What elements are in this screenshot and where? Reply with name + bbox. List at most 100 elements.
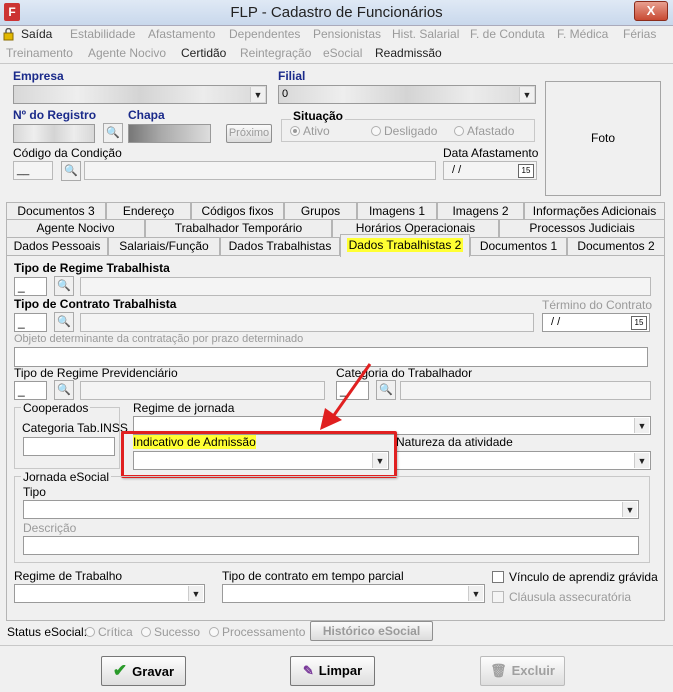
chevron-down-icon: ▼	[634, 418, 649, 433]
tipo-contrato-label: Tipo de Contrato Trabalhista	[14, 297, 177, 311]
regime-jornada-label: Regime de jornada	[133, 401, 235, 415]
excluir-button[interactable]: 🗑 Excluir	[480, 656, 565, 686]
tipo-regime-prev-input[interactable]: _	[14, 381, 47, 400]
tab-endereco[interactable]: Endereço	[106, 202, 191, 220]
status-processamento[interactable]: Processamento	[209, 625, 305, 639]
jornada-esocial-label: Jornada eSocial	[21, 470, 112, 484]
vinculo-aprendiz-checkbox[interactable]	[492, 571, 504, 583]
limpar-label: Limpar	[318, 663, 363, 678]
gravar-label: Gravar	[132, 664, 175, 679]
tab-documentos-3[interactable]: Documentos 3	[6, 202, 106, 220]
menu-certidao[interactable]: Certidão	[181, 46, 226, 60]
registro-input[interactable]	[13, 124, 95, 143]
calendar-icon[interactable]: 15	[518, 164, 534, 178]
tab-dados-pessoais[interactable]: Dados Pessoais	[6, 237, 108, 255]
categoria-tab-inss-input[interactable]	[23, 437, 115, 456]
photo-box[interactable]: Foto	[545, 81, 661, 196]
search-binoculars-icon[interactable]: 🔍	[54, 276, 74, 296]
status-critica[interactable]: Crítica	[85, 625, 133, 639]
menu-readmissao[interactable]: Readmissão	[375, 46, 442, 60]
radio-desligado[interactable]	[371, 126, 381, 136]
tab-salariais-funcao[interactable]: Salariais/Função	[108, 237, 220, 255]
checkmark-icon: ✔	[112, 661, 128, 680]
radio-afastado[interactable]	[454, 126, 464, 136]
situacao-ativo[interactable]: Ativo	[290, 124, 330, 138]
menu-esocial[interactable]: eSocial	[323, 46, 362, 60]
empresa-label: Empresa	[13, 69, 64, 83]
empresa-select[interactable]: ▼	[13, 85, 267, 104]
tab-documentos-2[interactable]: Documentos 2	[567, 237, 665, 255]
tipo-contrato-parcial-select[interactable]: ▼	[222, 584, 485, 603]
tab-grupos[interactable]: Grupos	[284, 202, 357, 220]
chapa-input[interactable]	[128, 124, 211, 143]
radio-critica[interactable]	[85, 627, 95, 637]
menu-estabilidade[interactable]: Estabilidade	[70, 27, 135, 41]
tipo-contrato-desc	[80, 313, 534, 332]
radio-sucesso[interactable]	[141, 627, 151, 637]
status-sucesso[interactable]: Sucesso	[141, 625, 200, 639]
chevron-down-icon: ▼	[634, 453, 649, 468]
situacao-afastado[interactable]: Afastado	[454, 124, 514, 138]
tab-documentos-1[interactable]: Documentos 1	[470, 237, 567, 255]
tab-codigos-fixos[interactable]: Códigos fixos	[191, 202, 284, 220]
menu-ferias[interactable]: Férias	[623, 27, 656, 41]
tab-informacoes-adicionais[interactable]: Informações Adicionais	[524, 202, 665, 220]
categoria-tab-inss-label: Categoria Tab.INSS	[22, 421, 128, 435]
regime-trabalho-select[interactable]: ▼	[14, 584, 205, 603]
trash-icon: 🗑	[490, 663, 507, 678]
search-binoculars-icon[interactable]: 🔍	[103, 123, 123, 143]
tab-imagens-1[interactable]: Imagens 1	[357, 202, 437, 220]
codigo-condicao-label: Código da Condição	[13, 146, 122, 160]
menu-dependentes[interactable]: Dependentes	[229, 27, 300, 41]
tab-trabalhador-temporario[interactable]: Trabalhador Temporário	[145, 219, 332, 237]
tipo-label: Tipo	[23, 485, 46, 499]
search-binoculars-icon[interactable]: 🔍	[61, 161, 81, 181]
tipo-regime-desc	[80, 277, 651, 296]
descricao-input[interactable]	[23, 536, 639, 555]
menu-f-medica[interactable]: F. Médica	[557, 27, 608, 41]
categoria-trabalhador-desc	[400, 381, 651, 400]
termino-contrato-input[interactable]: / / 15	[542, 313, 650, 332]
descricao-label: Descrição	[23, 521, 77, 535]
menu-pensionistas[interactable]: Pensionistas	[313, 27, 381, 41]
limpar-button[interactable]: ✎ Limpar	[290, 656, 375, 686]
calendar-icon[interactable]: 15	[631, 316, 647, 330]
codigo-condicao-input[interactable]: __	[13, 161, 53, 180]
data-afastamento-value: / /	[452, 164, 462, 176]
natureza-atividade-select[interactable]: ▼	[396, 451, 651, 470]
menu-hist-salarial[interactable]: Hist. Salarial	[392, 27, 459, 41]
close-button[interactable]: X	[634, 1, 668, 21]
radio-processamento[interactable]	[209, 627, 219, 637]
historico-esocial-button[interactable]: Histórico eSocial	[310, 621, 433, 641]
excluir-label: Excluir	[511, 663, 555, 678]
menu-f-conduta[interactable]: F. de Conduta	[470, 27, 545, 41]
menu-treinamento[interactable]: Treinamento	[6, 46, 73, 60]
tab-dados-trabalhistas-2[interactable]: Dados Trabalhistas 2	[340, 234, 470, 257]
tab-processos-judiciais[interactable]: Processos Judiciais	[499, 219, 665, 237]
filial-prefix: 0	[282, 88, 289, 100]
clausula-checkbox[interactable]	[492, 591, 504, 603]
search-binoculars-icon[interactable]: 🔍	[54, 380, 74, 400]
tab-dados-trabalhistas[interactable]: Dados Trabalhistas	[220, 237, 340, 255]
situacao-label: Situação	[291, 109, 346, 123]
tab-imagens-2[interactable]: Imagens 2	[437, 202, 524, 220]
proximo-button[interactable]: Próximo	[226, 124, 272, 143]
search-binoculars-icon[interactable]: 🔍	[54, 312, 74, 332]
objeto-label: Objeto determinante da contratação por p…	[14, 333, 304, 345]
menu-reintegracao[interactable]: Reintegração	[240, 46, 311, 60]
menu-agente-nocivo[interactable]: Agente Nocivo	[88, 46, 166, 60]
codigo-condicao-desc	[84, 161, 436, 180]
tipo-contrato-input[interactable]: _	[14, 313, 47, 332]
menu-saida[interactable]: Saída	[21, 27, 52, 41]
gravar-button[interactable]: ✔ Gravar	[101, 656, 186, 686]
data-afastamento-input[interactable]: / / 15	[443, 161, 537, 180]
tab-agente-nocivo[interactable]: Agente Nocivo	[6, 219, 145, 237]
filial-select[interactable]: 0 ▼	[278, 85, 536, 104]
radio-ativo[interactable]	[290, 126, 300, 136]
situacao-desligado[interactable]: Desligado	[371, 124, 437, 138]
divider	[0, 63, 673, 64]
tipo-select[interactable]: ▼	[23, 500, 639, 519]
menu-afastamento[interactable]: Afastamento	[148, 27, 215, 41]
data-afastamento-label: Data Afastamento	[443, 146, 539, 160]
tipo-regime-input[interactable]: _	[14, 277, 47, 296]
